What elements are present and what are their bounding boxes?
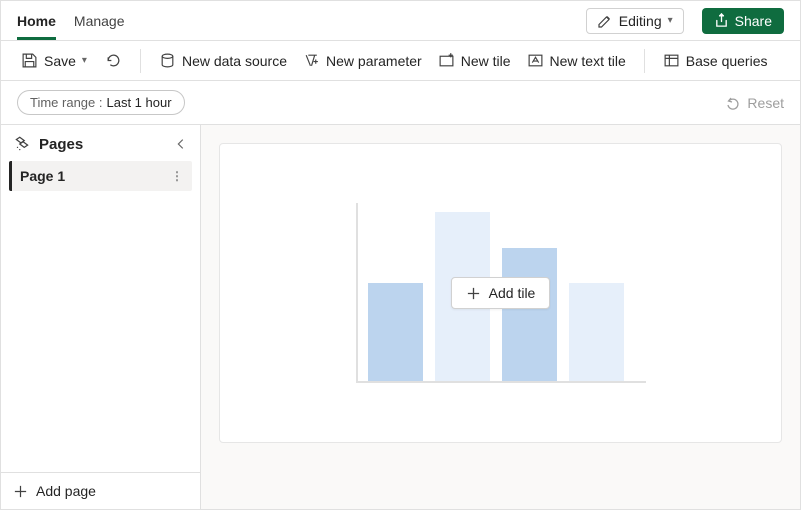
- save-button[interactable]: Save ▾: [17, 48, 91, 73]
- save-label: Save: [44, 53, 76, 69]
- refresh-button[interactable]: [101, 48, 126, 73]
- tab-label: Home: [17, 13, 56, 29]
- toolbar-group-save: Save ▾: [17, 48, 126, 73]
- button-label: New text tile: [550, 53, 626, 69]
- tabs: Home Manage: [17, 1, 568, 40]
- reset-button[interactable]: Reset: [725, 95, 784, 111]
- save-icon: [21, 52, 38, 69]
- page-item-label: Page 1: [20, 168, 65, 184]
- refresh-icon: [105, 52, 122, 69]
- share-label: Share: [735, 13, 772, 29]
- pencil-icon: [597, 13, 613, 29]
- base-queries-button[interactable]: Base queries: [659, 48, 772, 73]
- button-label: New parameter: [326, 53, 422, 69]
- new-tile-button[interactable]: New tile: [434, 48, 515, 73]
- tile-icon: [438, 52, 455, 69]
- tab-manage[interactable]: Manage: [74, 1, 125, 40]
- tab-row: Home Manage Editing ▾ Share: [1, 1, 800, 41]
- canvas-area: Add tile: [201, 125, 800, 509]
- filter-bar: Time range : Last 1 hour Reset: [1, 81, 800, 125]
- sidebar-page-item[interactable]: Page 1 ⋮: [9, 161, 192, 191]
- button-label: New tile: [461, 53, 511, 69]
- tab-home[interactable]: Home: [17, 1, 56, 40]
- new-data-source-button[interactable]: New data source: [155, 48, 291, 73]
- collapse-sidebar-button[interactable]: [174, 137, 188, 151]
- button-label: Base queries: [686, 53, 768, 69]
- pages-icon: [13, 135, 31, 153]
- time-range-pill[interactable]: Time range : Last 1 hour: [17, 90, 185, 115]
- editing-label: Editing: [619, 13, 662, 29]
- share-icon: [714, 13, 729, 28]
- editing-mode-button[interactable]: Editing ▾: [586, 8, 684, 34]
- time-range-label: Time range :: [30, 95, 103, 110]
- page-item-more-button[interactable]: ⋮: [171, 169, 184, 183]
- placeholder-bar: [569, 283, 624, 381]
- add-tile-button[interactable]: Add tile: [451, 277, 551, 309]
- button-label: New data source: [182, 53, 287, 69]
- toolbar-divider: [140, 49, 141, 73]
- time-range-value: Last 1 hour: [107, 95, 172, 110]
- tab-label: Manage: [74, 13, 125, 29]
- plus-icon: [466, 286, 481, 301]
- base-queries-icon: [663, 52, 680, 69]
- parameter-icon: [303, 52, 320, 69]
- undo-icon: [725, 95, 741, 111]
- toolbar: Save ▾ New data source New parameter New…: [1, 41, 800, 81]
- add-page-button[interactable]: Add page: [1, 472, 200, 509]
- text-tile-icon: [527, 52, 544, 69]
- sidebar: Pages Page 1 ⋮ Add page: [1, 125, 201, 509]
- add-page-label: Add page: [36, 483, 96, 499]
- share-button[interactable]: Share: [702, 8, 784, 34]
- chevron-down-icon: ▾: [668, 15, 673, 26]
- sidebar-title: Pages: [39, 136, 83, 153]
- plus-icon: [13, 484, 28, 499]
- workspace: Pages Page 1 ⋮ Add page: [1, 125, 800, 509]
- sidebar-list: Page 1 ⋮: [1, 161, 200, 472]
- reset-label: Reset: [747, 95, 784, 111]
- add-tile-label: Add tile: [489, 285, 536, 301]
- placeholder-bar: [502, 248, 557, 382]
- sidebar-header: Pages: [1, 125, 200, 161]
- new-text-tile-button[interactable]: New text tile: [523, 48, 630, 73]
- toolbar-divider: [644, 49, 645, 73]
- chevron-down-icon: ▾: [82, 55, 87, 66]
- placeholder-bar: [368, 283, 423, 381]
- new-parameter-button[interactable]: New parameter: [299, 48, 426, 73]
- empty-tile-card: Add tile: [219, 143, 782, 443]
- database-icon: [159, 52, 176, 69]
